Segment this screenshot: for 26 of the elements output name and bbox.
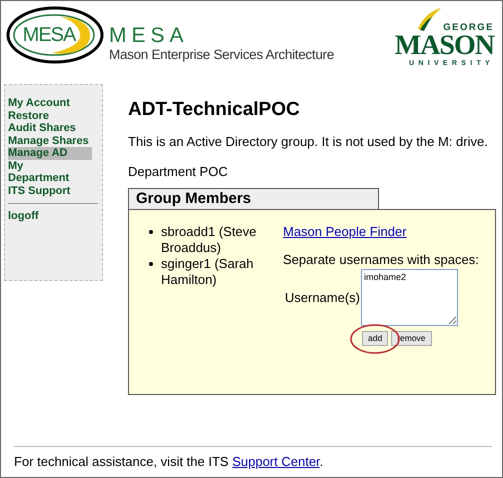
member-text: sginger1 (Sarah Hamilton) [161, 256, 254, 288]
site-title: MESA [109, 25, 190, 47]
support-link[interactable]: Support Center [232, 454, 320, 469]
username-label: Username(s) [284, 290, 360, 305]
section-header: Group Members [128, 188, 379, 209]
footer-text: For technical assistance, visit the ITS Support Center. [14, 454, 324, 469]
description-text: This is an Active Directory group. It is not used by the M: drive. [128, 134, 489, 149]
menu-item[interactable]: My Account [8, 97, 92, 110]
menu-item[interactable]: My Department [8, 160, 92, 184]
people-finder-link[interactable]: Mason People Finder [283, 224, 407, 239]
menu-item[interactable]: ITS Support [8, 184, 92, 197]
logo-text: MASON [394, 33, 494, 59]
add-button[interactable]: add [362, 331, 388, 346]
site-subtitle: Mason Enterprise Services Architecture [109, 47, 334, 62]
logo-text: MESA [22, 24, 76, 46]
hint-text: Separate usernames with spaces: [283, 252, 479, 267]
member-text: sbroadd1 (Steve Broaddus) [161, 224, 258, 256]
menu-item[interactable]: Manage Shares [8, 134, 92, 147]
logoff-link[interactable]: logoff [8, 210, 92, 222]
menu-item[interactable]: Restore [8, 110, 92, 122]
page-title: ADT-TechnicalPOC [128, 98, 301, 122]
logo-text: GEORGE [443, 23, 494, 33]
menu-item[interactable]: Manage AD [8, 147, 92, 160]
menu-item[interactable]: Audit Shares [8, 122, 92, 134]
username-field[interactable]: imohame2 [361, 269, 458, 326]
department-text: Department POC [128, 164, 229, 179]
